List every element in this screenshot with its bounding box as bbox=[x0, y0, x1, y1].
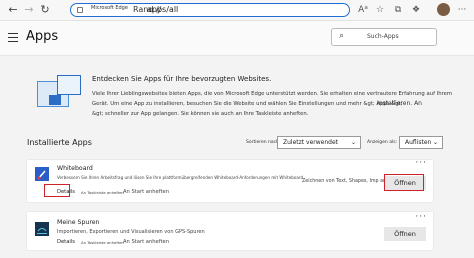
view-value: Auflisten bbox=[405, 139, 432, 146]
pin-start-link[interactable]: An Start anheften bbox=[123, 239, 169, 245]
app-description: Verbessern Sie Ihren Arbeitsfrag und lös… bbox=[57, 175, 304, 180]
banner-line: Viele Ihrer Lieblingswebsites bieten App… bbox=[92, 91, 453, 97]
highlight-details bbox=[44, 184, 70, 197]
view-label: Anzeigen als: bbox=[367, 140, 398, 145]
extensions-icon[interactable]: ❖ bbox=[410, 4, 422, 16]
banner-title: Entdecken Sie Apps für Ihre bevorzugten … bbox=[92, 75, 272, 83]
favorite-icon[interactable]: ☆ bbox=[374, 4, 386, 16]
pin-start-link[interactable]: An Start anheften bbox=[123, 189, 169, 195]
banner-line: Gerät. Um eine App zu installieren, besu… bbox=[92, 100, 422, 107]
forward-icon[interactable]: → bbox=[22, 3, 36, 17]
search-icon: ⌕ bbox=[339, 31, 345, 41]
sort-dropdown[interactable]: Zuletzt verwendet ⌄ bbox=[277, 136, 361, 149]
chevron-down-icon: ⌄ bbox=[350, 139, 356, 146]
banner-line: &gt; schneller zur App gelangen. Sie kön… bbox=[92, 111, 309, 117]
page-title: Apps bbox=[26, 29, 59, 44]
search-placeholder: Such-Apps bbox=[367, 33, 399, 40]
view-dropdown[interactable]: Auflisten ⌄ bbox=[399, 136, 443, 149]
profile-avatar[interactable] bbox=[437, 3, 450, 16]
app-name: Whiteboard bbox=[57, 165, 93, 172]
edge-label: Microsoft Edge bbox=[91, 5, 128, 11]
menu-icon[interactable] bbox=[8, 33, 18, 42]
app-card-whiteboard: Whiteboard Verbessern Sie Ihren Arbeitsf… bbox=[27, 158, 433, 202]
open-button[interactable]: Öffnen bbox=[384, 227, 426, 241]
discover-banner: Entdecken Sie Apps für Ihre bevorzugten … bbox=[27, 66, 460, 124]
sort-label: Sortieren nach: bbox=[246, 140, 281, 145]
site-info-icon[interactable] bbox=[77, 7, 83, 13]
address-bar[interactable]: Microsoft Edge Rand // apps/all bbox=[70, 3, 350, 17]
details-link[interactable]: Details bbox=[57, 239, 75, 245]
collections-icon[interactable]: ⧉ bbox=[392, 4, 404, 16]
apps-illustration-icon bbox=[35, 73, 83, 109]
search-input[interactable]: ⌕ Such-Apps bbox=[331, 28, 437, 46]
pin-taskbar-link[interactable]: An Taskleiste anheften bbox=[81, 240, 124, 245]
whiteboard-app-icon bbox=[35, 167, 49, 181]
apps-header: Apps ⌕ Such-Apps bbox=[0, 21, 474, 56]
more-options-icon[interactable]: ··· bbox=[415, 212, 427, 222]
back-icon[interactable]: ← bbox=[6, 3, 20, 17]
more-options-icon[interactable]: ··· bbox=[415, 158, 427, 168]
banner-description: Viele Ihrer Lieblingswebsites bieten App… bbox=[92, 89, 462, 119]
app-card-meine-spuren: Meine Spuren Importieren, Exportieren un… bbox=[27, 212, 433, 250]
meine-spuren-app-icon bbox=[35, 222, 49, 236]
pin-taskbar-link[interactable]: An Taskleiste anheften bbox=[81, 190, 124, 195]
app-name: Meine Spuren bbox=[57, 219, 100, 226]
reading-icon[interactable]: Aᵃ bbox=[357, 4, 369, 16]
refresh-icon[interactable]: ↻ bbox=[38, 3, 52, 17]
browser-toolbar: ← → ↻ Microsoft Edge Rand // apps/all Aᵃ… bbox=[0, 0, 474, 21]
chevron-down-icon: ⌄ bbox=[432, 139, 438, 146]
sort-value: Zuletzt verwendet bbox=[283, 139, 338, 146]
highlight-open bbox=[384, 174, 424, 191]
url-path: apps/all bbox=[147, 5, 179, 14]
app-description: Importieren, Exportieren und Visualisier… bbox=[57, 229, 205, 235]
installed-apps-title: Installierte Apps bbox=[27, 138, 92, 147]
more-icon[interactable]: ··· bbox=[456, 4, 468, 16]
